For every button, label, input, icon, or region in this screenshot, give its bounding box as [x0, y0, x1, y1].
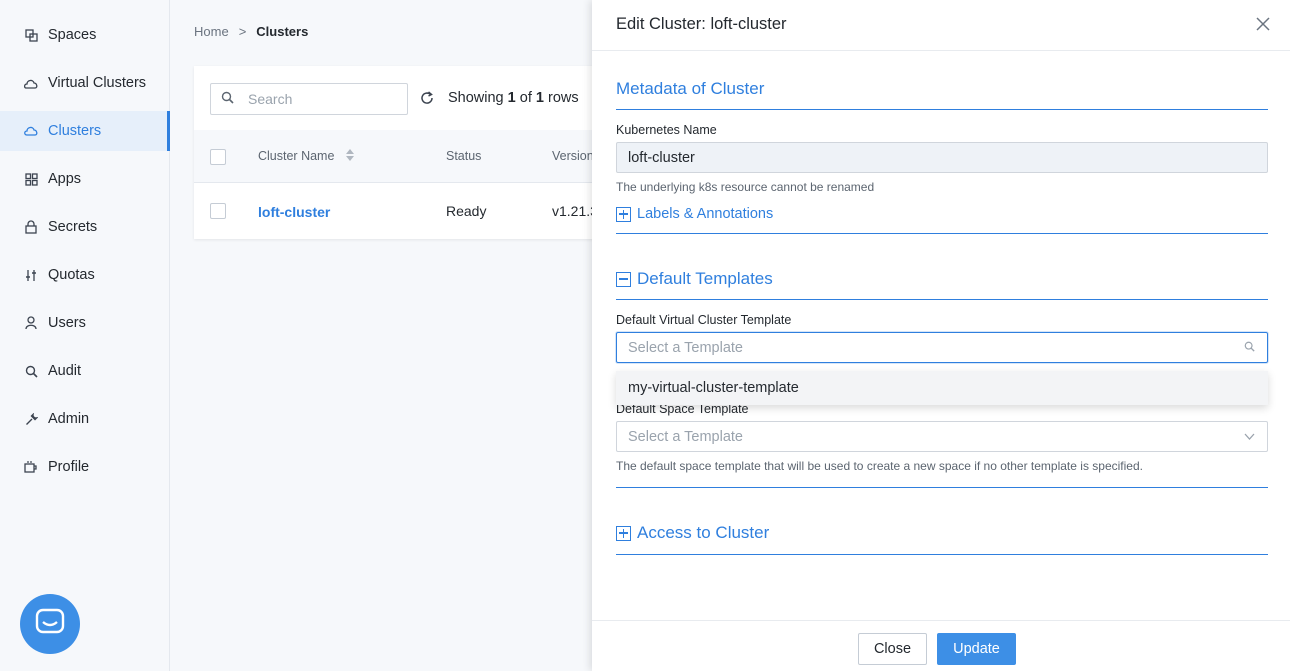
section-divider [616, 109, 1268, 110]
k8s-name-help: The underlying k8s resource cannot be re… [616, 180, 875, 194]
cluster-status: Ready [446, 203, 487, 219]
column-header-status: Status [446, 149, 482, 163]
cluster-name-link[interactable]: loft-cluster [258, 204, 330, 220]
row-checkbox[interactable] [210, 203, 226, 219]
section-divider [616, 233, 1268, 234]
cluster-version: v1.21.3 [552, 203, 592, 219]
lock-icon [24, 220, 38, 234]
template-dropdown: my-virtual-cluster-template [616, 371, 1268, 405]
column-header-version: Version [552, 149, 594, 163]
sliders-icon [24, 268, 38, 282]
sidebar-item-label: Spaces [48, 27, 97, 43]
k8s-name-field: loft-cluster [616, 142, 1268, 173]
k8s-name-label: Kubernetes Name [616, 123, 717, 137]
sidebar-item-label: Secrets [48, 219, 98, 235]
virtual-clusters-icon [24, 76, 38, 90]
breadcrumb: Home > Clusters [194, 24, 308, 39]
vcluster-template-select[interactable]: Select a Template [616, 332, 1268, 363]
sidebar-item-users[interactable]: Users [0, 303, 170, 343]
select-all-checkbox[interactable] [210, 149, 226, 165]
chevron-down-icon [1244, 431, 1255, 443]
wrench-icon [24, 412, 38, 426]
update-button[interactable]: Update [937, 633, 1016, 665]
collapse-icon [616, 271, 631, 287]
search-placeholder: Search [248, 91, 293, 107]
close-button[interactable]: Close [858, 633, 927, 665]
sidebar-item-label: Users [48, 315, 86, 331]
search-icon [1244, 341, 1255, 355]
dropdown-option[interactable]: my-virtual-cluster-template [616, 371, 1268, 405]
sort-icon[interactable] [345, 149, 354, 164]
coffee-icon [24, 460, 38, 474]
breadcrumb-home[interactable]: Home [194, 24, 229, 39]
sidebar-item-spaces[interactable]: Spaces [0, 15, 170, 55]
drawer-footer: Close Update [592, 620, 1290, 671]
section-divider [616, 554, 1268, 555]
refresh-icon[interactable] [419, 90, 435, 111]
breadcrumb-separator: > [238, 24, 247, 39]
sidebar-item-virtual-clusters[interactable]: Virtual Clusters [0, 63, 170, 103]
expand-icon [616, 525, 631, 541]
access-to-cluster-toggle[interactable]: Access to Cluster [616, 523, 769, 543]
search-input[interactable]: Search [210, 83, 408, 115]
sidebar-item-label: Audit [48, 363, 82, 379]
section-divider [616, 299, 1268, 300]
search-icon [221, 91, 234, 107]
chat-icon [35, 608, 65, 641]
column-header-name[interactable]: Cluster Name [258, 149, 354, 164]
vcluster-template-label: Default Virtual Cluster Template [616, 313, 792, 327]
spaces-icon [24, 28, 38, 42]
edit-cluster-drawer: Edit Cluster: loft-cluster Metadata of C… [592, 0, 1290, 671]
space-template-select[interactable]: Select a Template [616, 421, 1268, 452]
default-templates-toggle[interactable]: Default Templates [616, 269, 773, 289]
drawer-title: Edit Cluster: loft-cluster [616, 15, 787, 33]
sidebar-item-quotas[interactable]: Quotas [0, 255, 170, 295]
sidebar-item-clusters[interactable]: Clusters [0, 111, 170, 151]
user-icon [24, 316, 38, 330]
sidebar-item-label: Quotas [48, 267, 95, 283]
breadcrumb-current: Clusters [256, 24, 309, 39]
sidebar: Spaces Virtual Clusters Clusters Apps Se… [0, 0, 170, 671]
sidebar-item-label: Profile [48, 459, 90, 475]
row-count-text: Showing 1 of 1 rows [448, 90, 579, 106]
sidebar-item-label: Virtual Clusters [48, 75, 147, 91]
sidebar-item-admin[interactable]: Admin [0, 399, 170, 439]
apps-icon [24, 172, 38, 186]
sidebar-item-profile[interactable]: Profile [0, 447, 170, 487]
sidebar-item-apps[interactable]: Apps [0, 159, 170, 199]
section-divider [616, 487, 1268, 488]
drawer-header: Edit Cluster: loft-cluster [592, 0, 1290, 51]
search-icon [24, 364, 38, 378]
sidebar-item-secrets[interactable]: Secrets [0, 207, 170, 247]
labels-annotations-toggle[interactable]: Labels & Annotations [616, 206, 773, 222]
section-metadata-title: Metadata of Cluster [616, 79, 765, 98]
expand-icon [616, 206, 631, 222]
cloud-icon [24, 124, 38, 138]
sidebar-item-audit[interactable]: Audit [0, 351, 170, 391]
sidebar-item-label: Clusters [48, 123, 102, 139]
support-chat-button[interactable] [20, 594, 80, 654]
sidebar-item-label: Apps [48, 171, 82, 187]
space-template-help: The default space template that will be … [616, 459, 1143, 473]
sidebar-item-label: Admin [48, 411, 90, 427]
close-icon[interactable] [1256, 16, 1270, 34]
